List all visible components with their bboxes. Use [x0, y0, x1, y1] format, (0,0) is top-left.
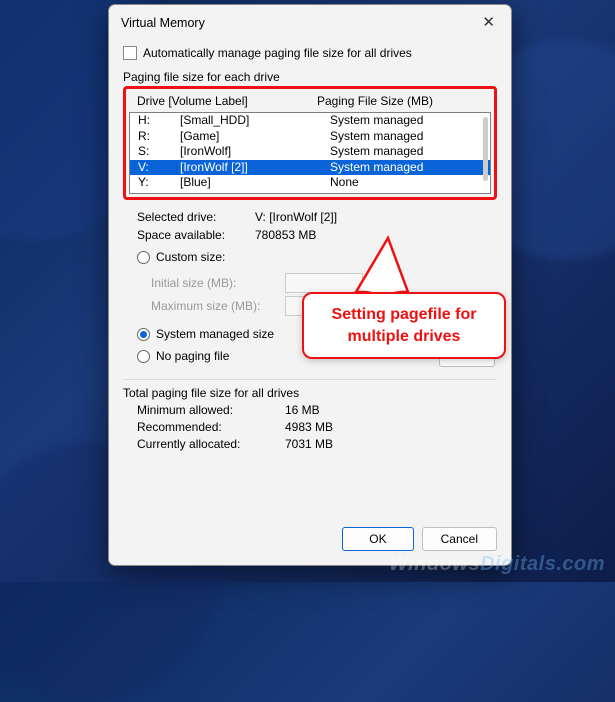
custom-size-radio-row[interactable]: Custom size: — [137, 250, 497, 264]
auto-manage-row[interactable]: Automatically manage paging file size fo… — [123, 46, 497, 60]
custom-size-radio[interactable] — [137, 251, 150, 264]
initial-size-row: Initial size (MB): — [151, 273, 497, 293]
drive-letter: R: — [138, 129, 180, 145]
drive-pfs: System managed — [330, 129, 482, 145]
currently-allocated-value: 7031 MB — [285, 437, 333, 451]
drive-pfs: System managed — [330, 144, 482, 160]
selected-drive-value: V: [IronWolf [2]] — [255, 210, 337, 224]
initial-size-label: Initial size (MB): — [151, 276, 277, 290]
min-allowed-row: Minimum allowed: 16 MB — [137, 403, 497, 417]
scrollbar[interactable] — [483, 117, 488, 181]
drive-volume-label: [IronWolf] — [180, 144, 330, 160]
drive-volume-label: [Small_HDD] — [180, 113, 330, 129]
drive-row-selected[interactable]: V: [IronWolf [2]] System managed — [130, 160, 490, 176]
dialog-title: Virtual Memory — [121, 16, 205, 30]
selected-drive-label: Selected drive: — [137, 210, 255, 224]
totals-header: Total paging file size for all drives — [123, 386, 497, 400]
ok-button[interactable]: OK — [342, 527, 413, 551]
auto-manage-label: Automatically manage paging file size fo… — [143, 46, 412, 60]
system-managed-label: System managed size — [156, 327, 274, 341]
drive-volume-label: [Blue] — [180, 175, 330, 191]
min-allowed-label: Minimum allowed: — [137, 403, 285, 417]
recommended-label: Recommended: — [137, 420, 285, 434]
drive-pfs: System managed — [330, 113, 482, 129]
drive-letter: Y: — [138, 175, 180, 191]
space-available-label: Space available: — [137, 228, 255, 242]
recommended-value: 4983 MB — [285, 420, 333, 434]
drive-row[interactable]: H: [Small_HDD] System managed — [130, 113, 490, 129]
drive-row[interactable]: S: [IronWolf] System managed — [130, 144, 490, 160]
maximum-size-label: Maximum size (MB): — [151, 299, 277, 313]
annotation-callout: Setting pagefile for multiple drives — [302, 292, 506, 359]
virtual-memory-dialog: Virtual Memory ✕ Automatically manage pa… — [108, 4, 512, 566]
divider — [123, 379, 497, 380]
drive-row[interactable]: Y: [Blue] None — [130, 175, 490, 191]
col-drive-label: Drive [Volume Label] — [137, 94, 317, 108]
space-available-row: Space available: 780853 MB — [137, 228, 497, 242]
drive-pfs: None — [330, 175, 482, 191]
currently-allocated-label: Currently allocated: — [137, 437, 285, 451]
close-icon[interactable]: ✕ — [476, 13, 501, 32]
drive-list[interactable]: H: [Small_HDD] System managed R: [Game] … — [129, 112, 491, 194]
drive-letter: S: — [138, 144, 180, 160]
system-managed-radio[interactable] — [137, 328, 150, 341]
drive-volume-label: [IronWolf [2]] — [180, 160, 330, 176]
drive-list-header: Drive [Volume Label] Paging File Size (M… — [129, 92, 491, 112]
watermark-prefix: Windows — [389, 553, 480, 575]
drive-letter: H: — [138, 113, 180, 129]
section-label: Paging file size for each drive — [123, 70, 497, 84]
drive-pfs: System managed — [330, 160, 482, 176]
watermark: WindowsDigitals.com — [389, 553, 605, 576]
titlebar: Virtual Memory ✕ — [109, 5, 511, 38]
drive-letter: V: — [138, 160, 180, 176]
drive-list-highlight: Drive [Volume Label] Paging File Size (M… — [123, 86, 497, 200]
min-allowed-value: 16 MB — [285, 403, 320, 417]
custom-size-label: Custom size: — [156, 250, 225, 264]
recommended-row: Recommended: 4983 MB — [137, 420, 497, 434]
watermark-suffix: Digitals.com — [480, 553, 605, 575]
callout-text: Setting pagefile for multiple drives — [332, 306, 477, 345]
cancel-button[interactable]: Cancel — [422, 527, 497, 551]
drive-volume-label: [Game] — [180, 129, 330, 145]
drive-row[interactable]: R: [Game] System managed — [130, 129, 490, 145]
selected-drive-row: Selected drive: V: [IronWolf [2]] — [137, 210, 497, 224]
auto-manage-checkbox[interactable] — [123, 46, 137, 60]
initial-size-input[interactable] — [285, 273, 363, 293]
currently-allocated-row: Currently allocated: 7031 MB — [137, 437, 497, 451]
space-available-value: 780853 MB — [255, 228, 316, 242]
col-pfs-label: Paging File Size (MB) — [317, 94, 483, 108]
